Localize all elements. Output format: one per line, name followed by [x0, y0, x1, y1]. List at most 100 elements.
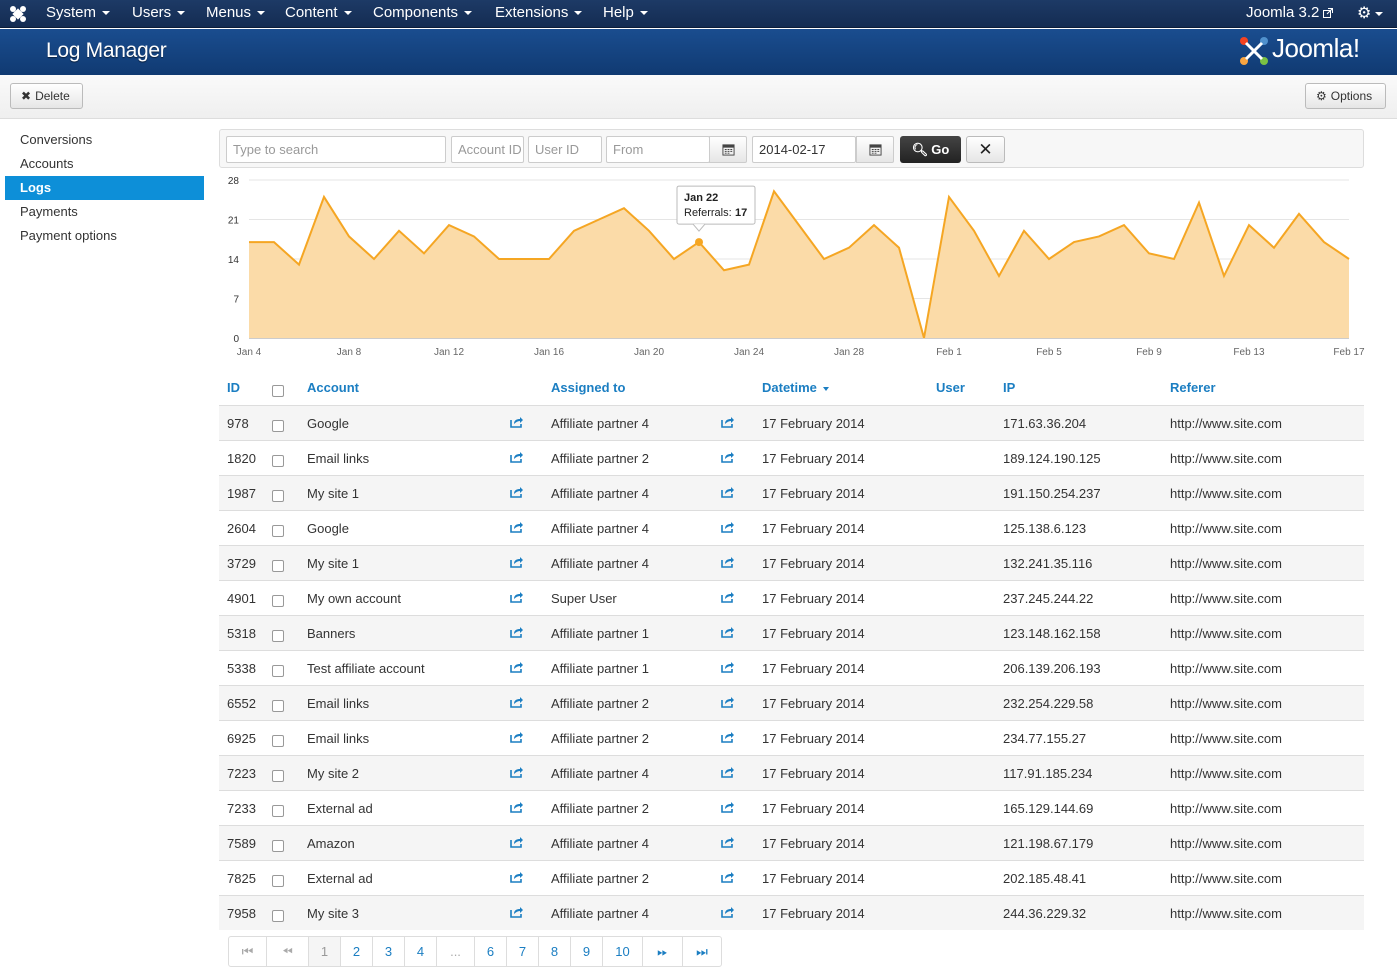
joomla-menu-icon[interactable] — [8, 4, 28, 24]
page-link[interactable]: 9 — [571, 937, 603, 966]
first-page-button[interactable]: ⏮︎ — [229, 937, 267, 966]
user-settings-menu[interactable]: ⚙ — [1357, 3, 1384, 23]
open-account-icon[interactable] — [510, 871, 524, 883]
table-header: ID Account Assigned to Datetime User IP … — [219, 370, 1364, 405]
col-ip-header[interactable]: IP — [1003, 380, 1015, 395]
row-checkbox[interactable] — [272, 770, 284, 782]
sidebar-item-label: Payment options — [20, 228, 117, 243]
page-link[interactable]: 2 — [341, 937, 373, 966]
open-account-icon[interactable] — [510, 731, 524, 743]
open-user-icon[interactable] — [721, 696, 735, 708]
open-account-icon[interactable] — [510, 766, 524, 778]
from-calendar-button[interactable] — [709, 136, 747, 163]
open-user-icon[interactable] — [721, 836, 735, 848]
to-calendar-button[interactable] — [856, 136, 894, 163]
row-checkbox[interactable] — [272, 490, 284, 502]
data-point[interactable] — [695, 238, 703, 247]
open-user-icon[interactable] — [721, 661, 735, 673]
open-user-icon[interactable] — [721, 451, 735, 463]
menu-label: Content — [285, 4, 338, 21]
page-link[interactable]: 8 — [539, 937, 571, 966]
row-checkbox[interactable] — [272, 910, 284, 922]
sidebar-item-payments[interactable]: Payments — [5, 200, 204, 224]
row-checkbox[interactable] — [272, 840, 284, 852]
open-account-icon[interactable] — [510, 626, 524, 638]
col-referer-header[interactable]: Referer — [1170, 380, 1216, 395]
open-user-icon[interactable] — [721, 731, 735, 743]
menu-system[interactable]: System — [46, 0, 111, 28]
last-page-button[interactable]: ⏭︎ — [683, 937, 721, 966]
open-user-icon[interactable] — [721, 591, 735, 603]
open-user-icon[interactable] — [721, 556, 735, 568]
open-account-icon[interactable] — [510, 556, 524, 568]
cell-id: 1820 — [227, 451, 256, 466]
go-button[interactable]: 🔍︎ Go — [900, 136, 961, 163]
open-account-icon[interactable] — [510, 906, 524, 918]
menu-extensions[interactable]: Extensions — [495, 0, 583, 28]
open-account-icon[interactable] — [510, 661, 524, 673]
row-checkbox[interactable] — [272, 700, 284, 712]
row-checkbox[interactable] — [272, 875, 284, 887]
open-user-icon[interactable] — [721, 626, 735, 638]
open-account-icon[interactable] — [510, 696, 524, 708]
open-user-icon[interactable] — [721, 801, 735, 813]
open-account-icon[interactable] — [510, 836, 524, 848]
cell-referer: http://www.site.com — [1170, 521, 1282, 536]
open-account-icon[interactable] — [510, 591, 524, 603]
menu-menus[interactable]: Menus — [206, 0, 266, 28]
page-link[interactable]: 10 — [603, 937, 643, 966]
options-button[interactable]: ⚙ Options — [1305, 83, 1386, 109]
col-user-header[interactable]: User — [936, 380, 965, 395]
open-user-icon[interactable] — [721, 871, 735, 883]
open-user-icon[interactable] — [721, 486, 735, 498]
prev-page-button[interactable]: ⏪︎ — [267, 937, 309, 966]
menu-users[interactable]: Users — [132, 0, 186, 28]
search-input[interactable]: Type to search — [226, 136, 446, 163]
to-date-input[interactable]: 2014-02-17 — [752, 136, 856, 163]
page-link[interactable]: 3 — [373, 937, 405, 966]
row-checkbox[interactable] — [272, 420, 284, 432]
row-checkbox[interactable] — [272, 665, 284, 677]
row-checkbox[interactable] — [272, 630, 284, 642]
delete-button[interactable]: ✖ Delete — [10, 83, 83, 109]
open-account-icon[interactable] — [510, 451, 524, 463]
sidebar-item-payment-options[interactable]: Payment options — [5, 224, 204, 248]
clear-filters-button[interactable]: ✕ — [966, 136, 1005, 163]
from-date-input[interactable]: From — [606, 136, 710, 163]
menu-content[interactable]: Content — [285, 0, 352, 28]
menu-components[interactable]: Components — [373, 0, 473, 28]
row-checkbox[interactable] — [272, 525, 284, 537]
open-user-icon[interactable] — [721, 416, 735, 428]
version-link[interactable]: Joomla 3.2 — [1246, 0, 1334, 26]
open-account-icon[interactable] — [510, 416, 524, 428]
page-link[interactable]: 1 — [309, 937, 341, 966]
account-id-input[interactable]: Account ID — [451, 136, 524, 163]
open-account-icon[interactable] — [510, 486, 524, 498]
row-checkbox[interactable] — [272, 560, 284, 572]
open-account-icon[interactable] — [510, 521, 524, 533]
open-account-icon[interactable] — [510, 801, 524, 813]
cell-ip: 244.36.229.32 — [1003, 906, 1087, 921]
sidebar-item-accounts[interactable]: Accounts — [5, 152, 204, 176]
sidebar-item-conversions[interactable]: Conversions — [5, 128, 204, 152]
col-id-header[interactable]: ID — [227, 380, 240, 395]
user-id-input[interactable]: User ID — [528, 136, 602, 163]
sidebar-item-logs[interactable]: Logs — [5, 176, 204, 200]
cell-account: Email links — [307, 451, 370, 466]
page-link[interactable]: 6 — [475, 937, 507, 966]
row-checkbox[interactable] — [272, 455, 284, 467]
row-checkbox[interactable] — [272, 805, 284, 817]
page-link[interactable]: 7 — [507, 937, 539, 966]
open-user-icon[interactable] — [721, 766, 735, 778]
row-checkbox[interactable] — [272, 735, 284, 747]
open-user-icon[interactable] — [721, 906, 735, 918]
next-page-button[interactable]: ⏩︎ — [643, 937, 683, 966]
col-datetime-header[interactable]: Datetime — [762, 380, 829, 395]
open-user-icon[interactable] — [721, 521, 735, 533]
col-assigned-header[interactable]: Assigned to — [551, 380, 625, 395]
select-all-checkbox[interactable] — [272, 385, 284, 397]
row-checkbox[interactable] — [272, 595, 284, 607]
col-account-header[interactable]: Account — [307, 380, 359, 395]
menu-help[interactable]: Help — [603, 0, 648, 28]
page-link[interactable]: 4 — [405, 937, 437, 966]
